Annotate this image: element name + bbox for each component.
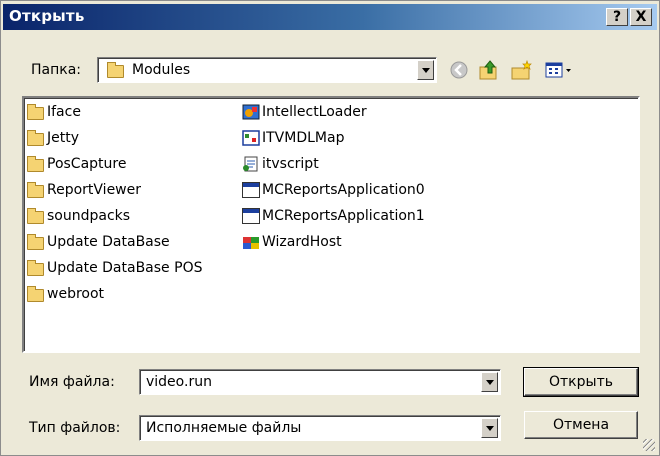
folder-icon [27,208,45,224]
folder-icon [27,260,45,276]
folder-icon [107,62,124,78]
application-icon [242,182,260,198]
filetype-label: Тип файлов: [29,420,121,436]
new-folder-icon[interactable] [511,59,533,81]
folder-name: soundpacks [47,208,131,224]
folder-item[interactable]: PosCapture [27,153,126,175]
folder-item[interactable]: Iface [27,101,81,123]
application-icon [242,208,260,224]
folder-icon [27,156,45,172]
file-name: MCReportsApplication0 [262,182,425,198]
view-menu-icon[interactable] [544,59,574,81]
window-title: Открыть [9,7,85,25]
file-name: ITVMDLMap [262,130,345,146]
look-in-combo[interactable]: Modules [97,57,437,83]
file-name: WizardHost [262,234,342,250]
folder-name: PosCapture [47,156,127,172]
script-icon [242,156,260,172]
folder-icon [27,182,45,198]
file-item[interactable]: WizardHost [242,231,342,253]
folder-name: ReportViewer [47,182,142,198]
file-item[interactable]: itvscript [242,153,319,175]
folder-item[interactable]: Update DataBase POS [27,257,202,279]
cancel-button[interactable]: Отмена [524,411,638,439]
look-in-label: Папка: [31,62,82,78]
folder-item[interactable]: Jetty [27,127,79,149]
back-icon[interactable] [448,59,470,81]
folder-icon [27,234,45,250]
folder-name: webroot [47,286,105,302]
filetype-value: Исполняемые файлы [146,420,302,436]
filename-dropdown-button[interactable] [481,372,498,392]
file-name: MCReportsApplication1 [262,208,425,224]
close-button[interactable]: X [630,8,652,26]
up-folder-icon[interactable] [478,59,500,81]
file-item[interactable]: ITVMDLMap [242,127,344,149]
file-list[interactable]: Iface Jetty PosCapture ReportViewer soun… [22,96,640,353]
open-dialog: Открыть ? X Папка: Modules Iface Jetty P… [0,0,660,456]
folder-icon [27,130,45,146]
folder-icon [27,286,45,302]
folder-item[interactable]: soundpacks [27,205,130,227]
file-name: IntellectLoader [262,104,367,120]
resize-grip[interactable] [643,439,655,451]
file-item[interactable]: MCReportsApplication1 [242,205,425,227]
folder-item[interactable]: ReportViewer [27,179,141,201]
filename-label: Имя файла: [29,374,115,390]
intellect-loader-icon [242,104,260,120]
filetype-combo[interactable]: Исполняемые файлы [139,415,501,441]
file-name: itvscript [262,156,319,172]
folder-icon [27,104,45,120]
folder-name: Iface [47,104,81,120]
folder-name: Update DataBase [47,234,170,250]
folder-item[interactable]: Update DataBase [27,231,170,253]
folder-item[interactable]: webroot [27,283,104,305]
wizard-icon [242,234,260,250]
help-button[interactable]: ? [606,8,628,26]
filename-combo[interactable]: video.run [139,369,501,395]
filetype-dropdown-button[interactable] [481,418,498,438]
open-button[interactable]: Открыть [523,367,639,397]
look-in-dropdown-button[interactable] [417,60,434,80]
map-app-icon [242,130,260,146]
folder-name: Update DataBase POS [47,260,203,276]
folder-name: Jetty [47,130,80,146]
title-bar[interactable]: Открыть ? X [3,4,657,30]
file-item[interactable]: MCReportsApplication0 [242,179,425,201]
filename-input[interactable]: video.run [146,374,212,390]
look-in-value: Modules [132,62,191,78]
file-item[interactable]: IntellectLoader [242,101,367,123]
